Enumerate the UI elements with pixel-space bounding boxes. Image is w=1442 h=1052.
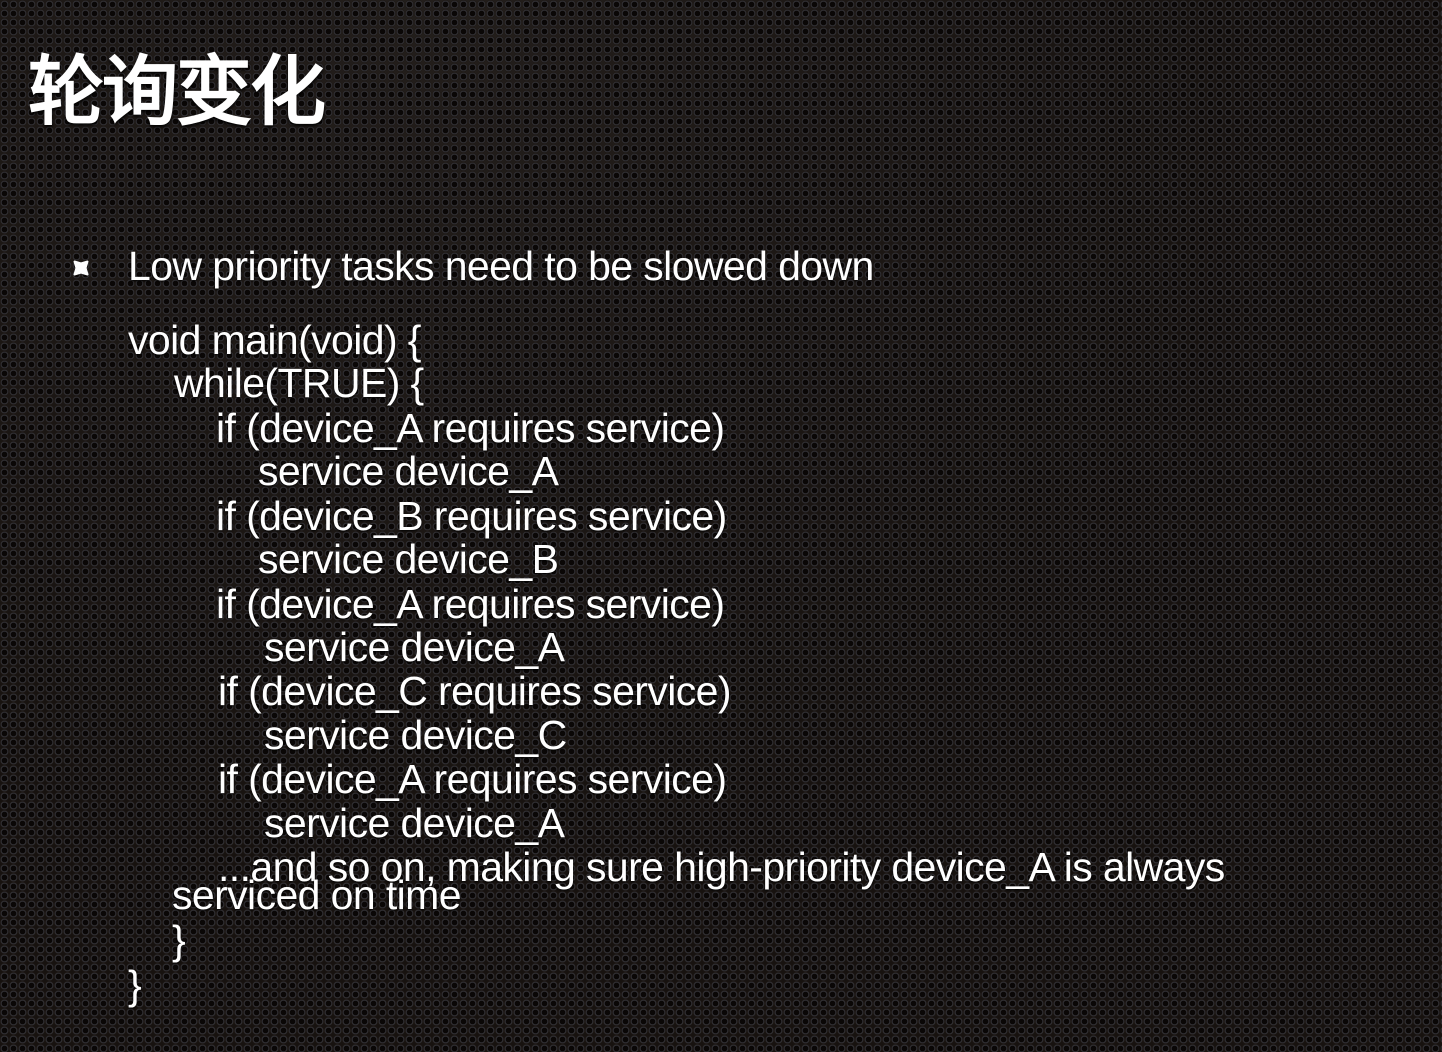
code-line: service device_A (258, 448, 559, 494)
code-line: service device_B (258, 536, 559, 582)
code-line: if (device_C requires service) (218, 668, 732, 714)
code-line: serviced on time (172, 872, 462, 918)
code-line: service device_C (264, 712, 567, 758)
code-line: void main(void) { (128, 317, 421, 363)
code-line: if (device_A requires service) (216, 581, 725, 627)
code-line: } (172, 917, 186, 963)
code-line: if (device_A requires service) (216, 405, 725, 451)
code-line: if (device_B requires service) (216, 493, 727, 539)
bullet-text: Low priority tasks need to be slowed dow… (128, 243, 874, 289)
code-line: service device_A (264, 800, 565, 846)
code-line: } (128, 962, 142, 1008)
code-line: if (device_A requires service) (218, 756, 727, 802)
code-line: while(TRUE) { (174, 360, 424, 406)
bullet-icon (73, 260, 89, 276)
code-line: service device_A (264, 624, 565, 670)
slide-title: 轮询变化 (28, 47, 326, 136)
